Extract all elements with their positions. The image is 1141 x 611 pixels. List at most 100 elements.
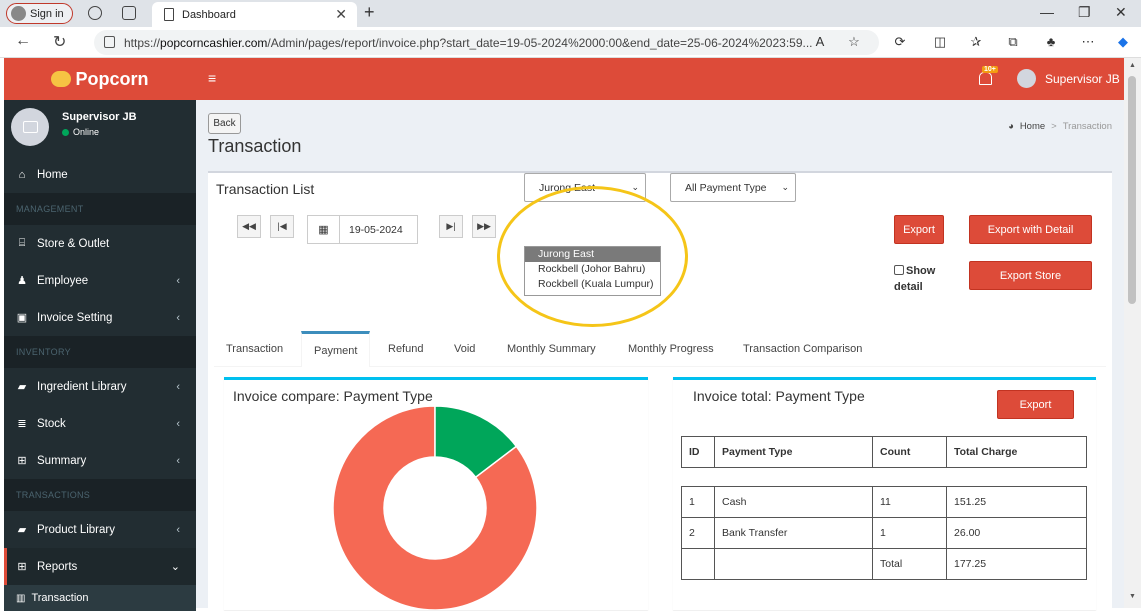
sidebar-item-label: Ingredient Library [37,380,127,393]
lock-icon [104,36,115,48]
last-page-button[interactable]: ▶▶ [472,215,496,238]
copilot-icon[interactable]: ◆ [1115,34,1131,50]
sidebar-item-summary[interactable]: ⊞ Summary ‹ [4,442,196,479]
sidebar-item-employee[interactable]: ♟ Employee ‹ [4,262,196,299]
scroll-down-icon[interactable]: ▼ [1129,593,1136,600]
first-page-button[interactable]: ◀◀ [237,215,261,238]
browser-tab-bar: Sign in Dashboard ✕ + — ❐ ✕ [0,0,1141,27]
refresh-icon[interactable]: ↻ [53,32,66,52]
new-tab-icon[interactable]: + [364,2,375,23]
signin-button[interactable]: Sign in [6,3,73,24]
scroll-up-icon[interactable]: ▲ [1129,62,1136,69]
transaction-list-title: Transaction List [216,181,315,197]
tab-title: Dashboard [182,8,236,21]
avatar [11,108,49,146]
profile-icon [11,6,26,21]
favorites-icon[interactable]: ✰ [968,34,984,50]
tab-void[interactable]: Void [454,331,475,367]
back-button[interactable]: Back [208,113,241,134]
scrollbar-thumb[interactable] [1128,76,1136,304]
sidebar-item-reports[interactable]: ⊞ Reports ⌄ [4,548,196,585]
table-cell: Cash [714,486,873,518]
tab-actions-icon[interactable] [122,6,136,20]
payment-type-donut-chart [332,405,538,610]
table-cell [714,548,873,580]
browser-tab[interactable]: Dashboard ✕ [152,2,357,27]
table-cell: 151.25 [946,486,1087,518]
favorite-star-icon[interactable]: ☆ [846,34,862,50]
tab-monthly-progress[interactable]: Monthly Progress [628,331,714,367]
invoice-compare-card: Invoice compare: Payment Type [224,377,648,610]
sidebar-item-stock[interactable]: ≣ Stock ‹ [4,405,196,442]
sidebar-item-home[interactable]: ⌂ Home [4,156,196,193]
invoice-total-title: Invoice total: Payment Type [693,388,865,404]
menu-toggle-icon[interactable]: ≡ [208,70,216,86]
sidebar-item-label: Store & Outlet [37,237,110,250]
table-icon: ⊞ [17,455,27,467]
top-navbar: ≡ 10+ Supervisor JB [196,58,1124,100]
chevron-left-icon: ‹ [176,417,180,430]
avatar[interactable] [1017,69,1036,88]
user-status-label: Online [73,127,100,137]
column-header: Payment Type [714,436,873,468]
close-window-icon[interactable]: ✕ [1115,4,1127,21]
payment-type-selected: All Payment Type [685,181,767,194]
read-aloud-icon[interactable]: A [812,34,828,50]
tab-monthly-summary[interactable]: Monthly Summary [507,331,596,367]
workspaces-icon[interactable] [88,6,102,20]
users-icon: ♟ [17,275,27,287]
page-scrollbar[interactable]: ▲ ▼ [1124,58,1141,608]
next-page-button[interactable]: ▶| [439,215,463,238]
total-value: 177.25 [946,548,1087,580]
tab-transaction[interactable]: Transaction [226,331,283,367]
database-icon: ≣ [17,418,27,430]
address-bar: ← ↻ https://popcorncashier.com/Admin/pag… [0,27,1141,58]
export-store-button[interactable]: Export Store [969,261,1092,290]
sidebar-header-transactions: TRANSACTIONS [4,479,196,511]
app-logo[interactable]: Popcorn [4,58,196,100]
calendar-icon: ▦ [308,216,340,243]
url-field[interactable]: https://popcorncashier.com/Admin/pages/r… [94,30,879,55]
payment-type-select[interactable]: All Payment Type ⌄ [670,173,796,202]
split-screen-icon[interactable]: ◫ [932,34,948,50]
extensions-icon[interactable]: ⟳ [892,34,908,50]
date-picker[interactable]: ▦ 19-05-2024 [307,215,418,244]
url-host: popcorncashier.com [160,35,268,50]
collections-icon[interactable]: ⧉ [1005,34,1021,50]
table-cell: 11 [872,486,947,518]
sidebar-item-invoice-setting[interactable]: ▣ Invoice Setting ‹ [4,299,196,336]
sidebar-item-product-library[interactable]: ▰ Product Library ‹ [4,511,196,548]
back-arrow-icon[interactable]: ← [15,32,31,50]
table-row: 1 Cash 11 151.25 [681,486,1087,518]
user-name: Supervisor JB [62,111,137,123]
export-button[interactable]: Export [894,215,944,244]
restore-icon[interactable]: ❐ [1078,4,1091,21]
extension-icon[interactable]: ♣ [1043,34,1059,50]
column-header: ID [681,436,715,468]
breadcrumb-home[interactable]: Home [1020,121,1045,132]
table-cell: 1 [681,486,715,518]
tab-refund[interactable]: Refund [388,331,423,367]
show-detail-checkbox[interactable]: Show detail [894,263,935,295]
prev-page-button[interactable]: |◀ [270,215,294,238]
sidebar-item-label: Product Library [37,523,115,536]
tab-transaction-comparison[interactable]: Transaction Comparison [743,331,862,367]
main-content: Back Transaction ◕ Home > Transaction Tr… [196,100,1124,610]
page-title: Transaction [208,136,302,156]
export-with-detail-button[interactable]: Export with Detail [969,215,1092,244]
total-export-button[interactable]: Export [997,390,1074,419]
close-tab-icon[interactable]: ✕ [335,6,347,23]
tab-payment[interactable]: Payment [301,331,371,367]
nav-user-name[interactable]: Supervisor JB [1045,72,1120,86]
sidebar-item-label: Home [37,168,68,181]
more-menu-icon[interactable]: ⋯ [1080,34,1096,50]
table-row: 2 Bank Transfer 1 26.00 [681,517,1087,549]
sidebar-item-label: Invoice Setting [37,311,113,324]
chevron-down-icon: ⌄ [170,561,180,573]
minimize-icon[interactable]: — [1040,4,1054,20]
sidebar-item-label: Summary [37,454,87,467]
sidebar-item-ingredient-library[interactable]: ▰ Ingredient Library ‹ [4,368,196,405]
sidebar-item-store-outlet[interactable]: ⌸ Store & Outlet [4,225,196,262]
sidebar-subitem-transaction[interactable]: ▥ Transaction [4,585,196,611]
checkbox-icon[interactable] [894,265,904,275]
